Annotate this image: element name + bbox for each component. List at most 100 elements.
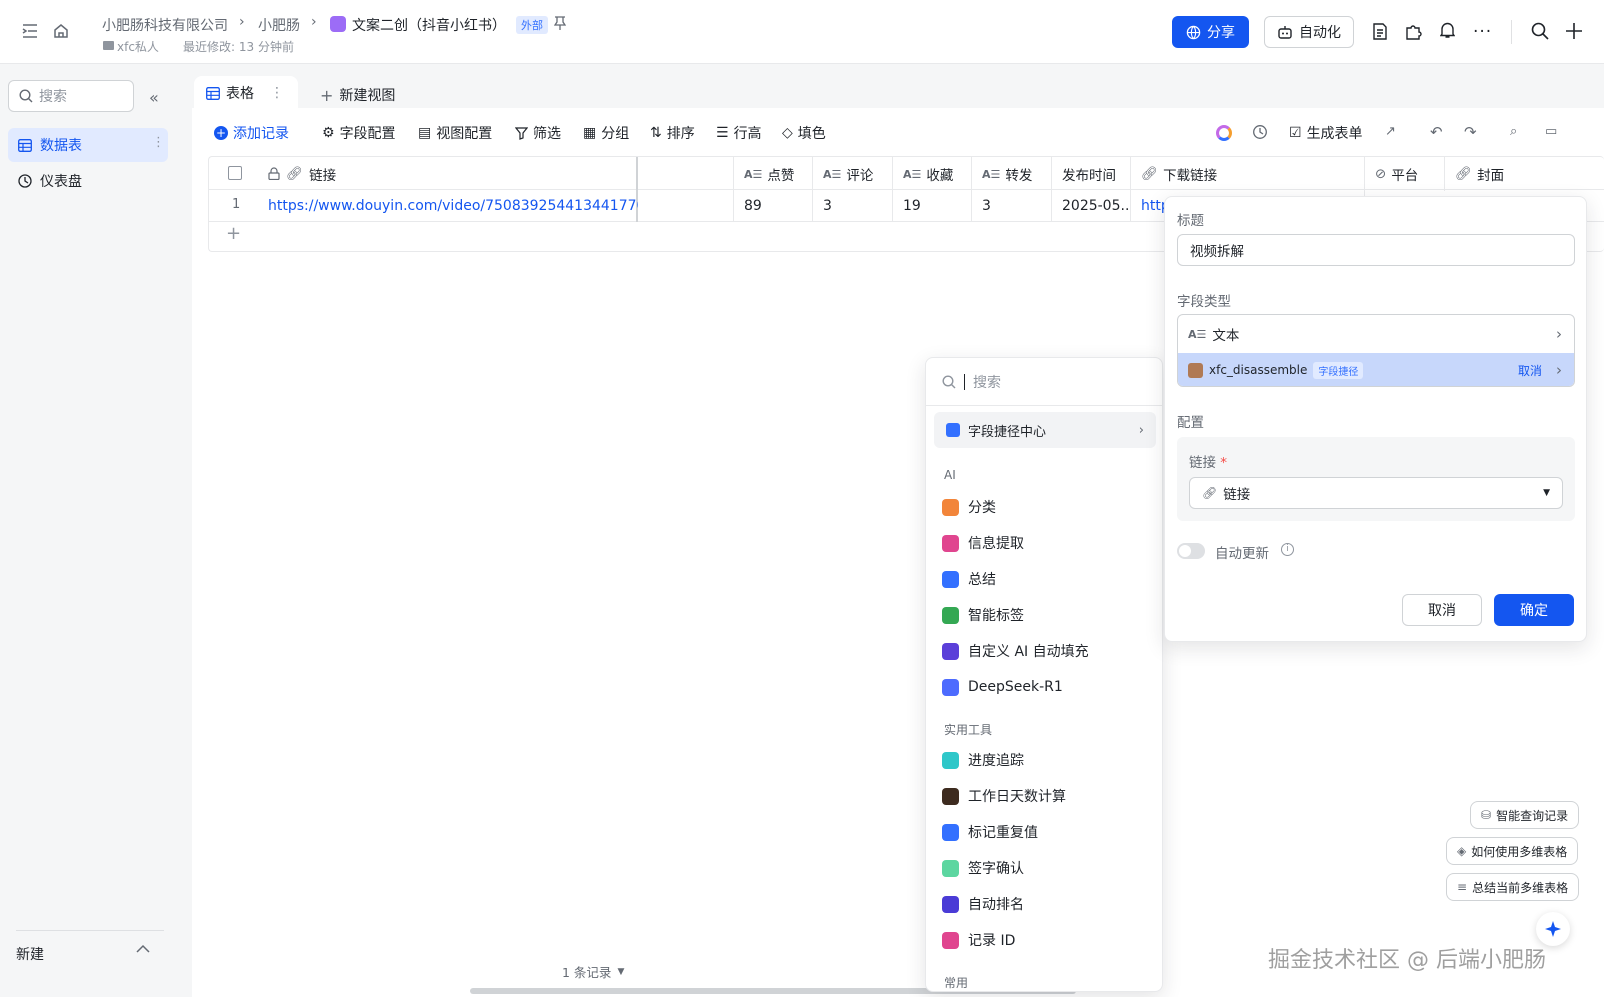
how-to-use-button[interactable]: ◈ 如何使用多维表格 (1446, 837, 1579, 865)
title-input[interactable]: 视频拆解 (1177, 234, 1575, 266)
record-count[interactable]: 1 条记录 ▼ (562, 962, 624, 981)
collapse-sidebar-icon[interactable]: « (149, 88, 159, 107)
ai-sparkle-button[interactable] (1536, 912, 1570, 946)
redo-icon[interactable]: ↷ (1464, 123, 1477, 141)
undo-icon[interactable]: ↶ (1430, 123, 1443, 141)
link-param-select[interactable]: 🔗︎ 链接 ▼ (1189, 477, 1563, 509)
breadcrumb-space[interactable]: 小肥肠 (258, 15, 300, 35)
signature-icon (942, 859, 959, 877)
column-header-shares[interactable]: A☰ 转发 (972, 157, 1052, 191)
column-header-blank[interactable] (638, 157, 734, 191)
search-icon[interactable] (1531, 22, 1549, 40)
confirm-button[interactable]: 确定 (1494, 594, 1574, 626)
more-icon[interactable]: ··· (1473, 22, 1492, 42)
share-export-icon[interactable]: ↗ (1385, 124, 1396, 139)
row-index: 1 (232, 197, 241, 212)
column-header-comments[interactable]: A☰ 评论 (813, 157, 893, 191)
text-field-icon: A☰ (982, 167, 1001, 181)
summarize-button[interactable]: ≡ 总结当前多维表格 (1446, 873, 1580, 901)
sidebar-item-data-table[interactable]: 数据表 ⋮ (8, 128, 168, 162)
comment-icon[interactable]: ▭ (1545, 124, 1557, 139)
field-shortcut-selected[interactable]: xfc_disassemble 字段捷径 取消 › (1178, 353, 1574, 386)
fill-color-button[interactable]: ◇ 填色 (782, 122, 826, 144)
table-cell-publish-time[interactable]: 2025-05... (1052, 190, 1131, 222)
filter-button[interactable]: 筛选 (515, 122, 561, 144)
table-cell-shares[interactable]: 3 (972, 190, 1052, 222)
dropdown-item-record-id[interactable]: 记录 ID (942, 928, 1015, 952)
row-height-button[interactable]: ☰ 行高 (716, 122, 762, 144)
add-row-icon[interactable]: + (226, 223, 241, 244)
table-cell-likes[interactable]: 89 (734, 190, 813, 222)
history-icon[interactable] (1252, 124, 1268, 140)
add-record-button[interactable]: + 添加记录 (214, 122, 289, 144)
column-header-publish-time[interactable]: 发布时间 (1052, 157, 1131, 191)
select-all-checkbox[interactable] (228, 166, 242, 180)
chevron-up-icon[interactable] (136, 944, 150, 954)
dropdown-item-classify[interactable]: 分类 (942, 495, 996, 519)
doc-title[interactable]: 文案二创（抖音小红书） (352, 15, 506, 35)
automation-button[interactable]: 自动化 (1264, 16, 1354, 48)
table-cell-favorites[interactable]: 19 (893, 190, 972, 222)
column-label: 点赞 (767, 168, 795, 184)
plus-icon[interactable] (1565, 22, 1583, 40)
dropdown-item-ranking[interactable]: 自动排名 (942, 892, 1024, 916)
bell-icon[interactable] (1440, 22, 1455, 39)
new-button[interactable]: 新建 (16, 944, 44, 964)
dropdown-item-custom-ai[interactable]: 自定义 AI 自动填充 (942, 639, 1089, 663)
dropdown-item-workdays[interactable]: 工作日天数计算 (942, 784, 1066, 808)
book-icon: ◈ (1457, 844, 1467, 858)
sidebar-item-dashboard[interactable]: 仪表盘 (8, 164, 168, 198)
dropdown-search-input[interactable]: 搜索 (926, 358, 1162, 406)
sort-icon: ⇅ (650, 125, 662, 141)
field-config-button[interactable]: ⚙ 字段配置 (322, 122, 396, 144)
share-button[interactable]: 分享 (1172, 16, 1249, 48)
cancel-button[interactable]: 取消 (1402, 594, 1482, 626)
item-more-icon[interactable]: ⋮ (152, 135, 165, 150)
sort-button[interactable]: ⇅ 排序 (650, 122, 695, 144)
view-config-button[interactable]: ▤ 视图配置 (418, 122, 492, 144)
ai-assistant-icon[interactable] (1216, 125, 1232, 141)
dropdown-item-signature[interactable]: 签字确认 (942, 856, 1024, 880)
shortcut-center-item[interactable]: 字段捷径中心 › (934, 412, 1156, 448)
column-header-likes[interactable]: A☰ 点赞 (734, 157, 813, 191)
sidebar-toggle-icon[interactable] (22, 24, 38, 38)
generate-form-button[interactable]: ☑ 生成表单 (1289, 122, 1363, 144)
smart-query-button[interactable]: ⛁ 智能查询记录 (1470, 801, 1580, 829)
dropdown-item-smart-tag[interactable]: 智能标签 (942, 603, 1024, 627)
external-tag: 外部 (516, 16, 548, 34)
dropdown-item-deepseek[interactable]: DeepSeek-R1 (942, 675, 1063, 699)
field-type-select[interactable]: A☰ 文本 › (1178, 315, 1574, 353)
pin-icon[interactable] (554, 16, 566, 30)
dropdown-item-progress[interactable]: 进度追踪 (942, 748, 1024, 772)
filter-icon (515, 126, 528, 140)
plugin-icon[interactable] (1405, 23, 1422, 40)
auto-update-toggle[interactable] (1177, 543, 1205, 559)
column-header-download-link[interactable]: 🔗︎ 下载链接 (1131, 157, 1365, 191)
home-icon[interactable] (53, 23, 69, 39)
shortcut-cancel-link[interactable]: 取消 (1518, 362, 1542, 379)
document-icon[interactable] (1372, 23, 1388, 40)
table-cell-link[interactable]: https://www.douyin.com/video/75083925441… (258, 190, 638, 222)
dropdown-item-summary[interactable]: 总结 (942, 567, 996, 591)
column-header-platform[interactable]: ⊘ 平台 (1365, 157, 1445, 191)
search-records-icon[interactable]: ⌕ (1510, 124, 1517, 139)
column-header-favorites[interactable]: A☰ 收藏 (893, 157, 972, 191)
new-view-button[interactable]: + 新建视图 (320, 78, 395, 112)
table-cell-comments[interactable]: 3 (813, 190, 893, 222)
id-icon (942, 931, 959, 949)
breadcrumb-company[interactable]: 小肥肠科技有限公司 (102, 15, 228, 35)
column-header-cover[interactable]: 🔗︎ 封面 (1445, 157, 1604, 191)
table-cell-blank[interactable] (638, 190, 734, 222)
row-height-label: 行高 (733, 126, 762, 142)
info-icon[interactable]: i (1281, 543, 1294, 556)
tab-more-icon[interactable]: ⋮ (270, 85, 284, 101)
dropdown-item-extract[interactable]: 信息提取 (942, 531, 1024, 555)
title-label: 标题 (1177, 213, 1204, 229)
extract-icon (942, 534, 959, 552)
sidebar-search-input[interactable]: 搜索 (8, 80, 134, 112)
group-button[interactable]: ▦ 分组 (583, 122, 629, 144)
item-label: 工作日天数计算 (968, 789, 1066, 805)
column-header-link[interactable]: 🔗︎ 链接 (268, 157, 336, 190)
dropdown-item-duplicate[interactable]: 标记重复值 (942, 820, 1038, 844)
tab-table-view[interactable]: 表格 ⋮ (206, 76, 284, 110)
